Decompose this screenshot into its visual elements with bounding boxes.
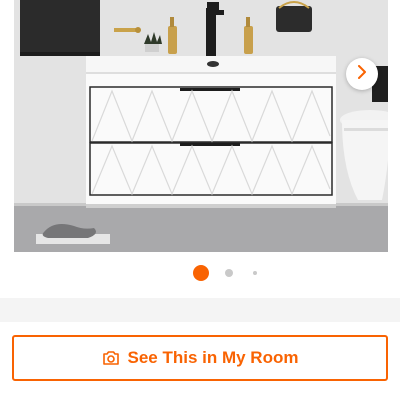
carousel-dot-active[interactable] (193, 265, 209, 281)
carousel-dot[interactable] (253, 271, 257, 275)
chevron-right-icon (355, 64, 369, 84)
see-in-my-room-label: See This in My Room (127, 348, 299, 367)
carousel-dot[interactable] (225, 269, 233, 277)
carousel-pagination (0, 264, 400, 282)
section-divider (0, 298, 400, 322)
next-image-button[interactable] (346, 58, 378, 90)
product-image[interactable] (14, 0, 388, 252)
camera-icon (102, 350, 120, 366)
see-in-my-room-button[interactable]: See This in My Room (12, 335, 388, 381)
product-image-gallery[interactable] (0, 0, 400, 290)
